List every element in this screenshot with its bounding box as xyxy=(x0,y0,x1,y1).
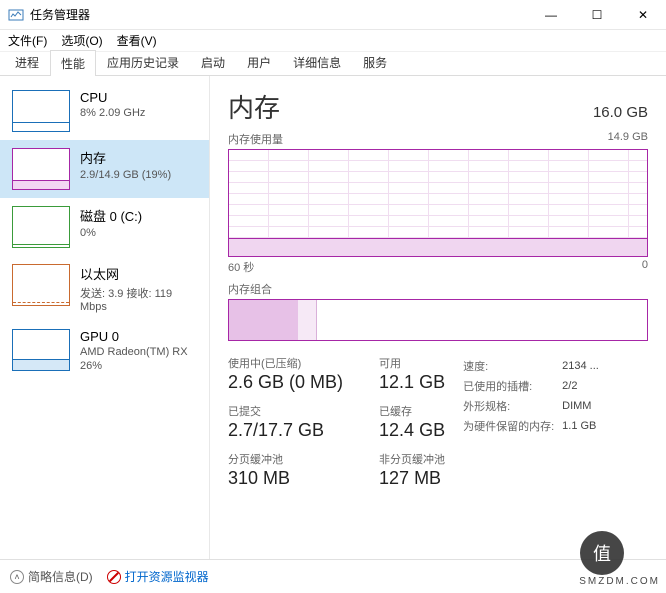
sidebar: CPU 8% 2.09 GHz 内存 2.9/14.9 GB (19%) 磁盘 … xyxy=(0,76,210,559)
sidebar-gpu-sub2: 26% xyxy=(80,360,188,372)
memory-usage-graph xyxy=(228,149,648,257)
minimize-button[interactable]: — xyxy=(528,0,574,30)
sidebar-eth-sub: 发送: 3.9 接收: 119 Mbps xyxy=(80,285,197,313)
footer: ˄ 简略信息(D) 打开资源监视器 xyxy=(0,559,666,593)
sidebar-cpu-title: CPU xyxy=(80,90,145,105)
sidebar-eth-title: 以太网 xyxy=(80,264,197,283)
memory-sparkline xyxy=(12,148,70,190)
sidebar-gpu-title: GPU 0 xyxy=(80,329,188,344)
axis-right: 0 xyxy=(642,259,648,275)
fewer-details-button[interactable]: ˄ 简略信息(D) xyxy=(10,568,93,585)
gpu-sparkline xyxy=(12,329,70,371)
usage-graph-label: 内存使用量 xyxy=(228,131,283,147)
page-title: 内存 xyxy=(228,88,280,125)
usage-graph-max: 14.9 GB xyxy=(608,131,648,147)
open-resource-monitor-link[interactable]: 打开资源监视器 xyxy=(107,568,209,585)
task-manager-icon xyxy=(8,7,24,23)
ethernet-sparkline xyxy=(12,264,70,306)
tab-startup[interactable]: 启动 xyxy=(190,49,236,75)
close-button[interactable]: ✕ xyxy=(620,0,666,30)
tab-processes[interactable]: 进程 xyxy=(4,49,50,75)
memory-capacity: 16.0 GB xyxy=(593,104,648,121)
inuse-label: 使用中(已压缩) xyxy=(228,355,343,371)
resource-monitor-icon xyxy=(107,570,121,584)
sidebar-item-cpu[interactable]: CPU 8% 2.09 GHz xyxy=(0,82,209,140)
nonpaged-label: 非分页缓冲池 xyxy=(379,451,445,467)
sidebar-mem-title: 内存 xyxy=(80,148,171,167)
sidebar-item-memory[interactable]: 内存 2.9/14.9 GB (19%) xyxy=(0,140,209,198)
tab-users[interactable]: 用户 xyxy=(236,49,282,75)
sidebar-item-gpu[interactable]: GPU 0 AMD Radeon(TM) RX 26% xyxy=(0,321,209,380)
sidebar-mem-sub: 2.9/14.9 GB (19%) xyxy=(80,169,171,181)
nonpaged-value: 127 MB xyxy=(379,468,445,489)
titlebar: 任务管理器 — ☐ ✕ xyxy=(0,0,666,30)
disk-sparkline xyxy=(12,206,70,248)
sidebar-item-disk[interactable]: 磁盘 0 (C:) 0% xyxy=(0,198,209,256)
tab-details[interactable]: 详细信息 xyxy=(282,49,352,75)
cpu-sparkline xyxy=(12,90,70,132)
composition-label: 内存组合 xyxy=(228,281,272,297)
sidebar-gpu-sub: AMD Radeon(TM) RX xyxy=(80,346,188,358)
paged-label: 分页缓冲池 xyxy=(228,451,343,467)
tabbar: 进程 性能 应用历史记录 启动 用户 详细信息 服务 xyxy=(0,52,666,76)
inuse-value: 2.6 GB (0 MB) xyxy=(228,372,343,393)
tab-performance[interactable]: 性能 xyxy=(50,50,96,76)
avail-label: 可用 xyxy=(379,355,445,371)
cached-label: 已缓存 xyxy=(379,403,445,419)
sidebar-item-ethernet[interactable]: 以太网 发送: 3.9 接收: 119 Mbps xyxy=(0,256,209,321)
chevron-up-icon: ˄ xyxy=(10,570,24,584)
sidebar-disk-title: 磁盘 0 (C:) xyxy=(80,206,142,225)
maximize-button[interactable]: ☐ xyxy=(574,0,620,30)
sidebar-disk-sub: 0% xyxy=(80,227,142,239)
tab-services[interactable]: 服务 xyxy=(352,49,398,75)
menu-view[interactable]: 查看(V) xyxy=(117,32,157,49)
commit-label: 已提交 xyxy=(228,403,343,419)
axis-left: 60 秒 xyxy=(228,259,254,275)
menu-file[interactable]: 文件(F) xyxy=(8,32,47,49)
memory-info-table: 速度:2134 ... 已使用的插槽:2/2 外形规格:DIMM 为硬件保留的内… xyxy=(461,355,607,489)
sidebar-cpu-sub: 8% 2.09 GHz xyxy=(80,107,145,119)
commit-value: 2.7/17.7 GB xyxy=(228,420,343,441)
tab-app-history[interactable]: 应用历史记录 xyxy=(96,49,190,75)
main-panel: 内存 16.0 GB 内存使用量 14.9 GB 60 秒 0 内存组合 使用中… xyxy=(210,76,666,559)
cached-value: 12.4 GB xyxy=(379,420,445,441)
avail-value: 12.1 GB xyxy=(379,372,445,393)
paged-value: 310 MB xyxy=(228,468,343,489)
menu-options[interactable]: 选项(O) xyxy=(61,32,102,49)
window-title: 任务管理器 xyxy=(30,6,528,23)
memory-composition-graph xyxy=(228,299,648,341)
